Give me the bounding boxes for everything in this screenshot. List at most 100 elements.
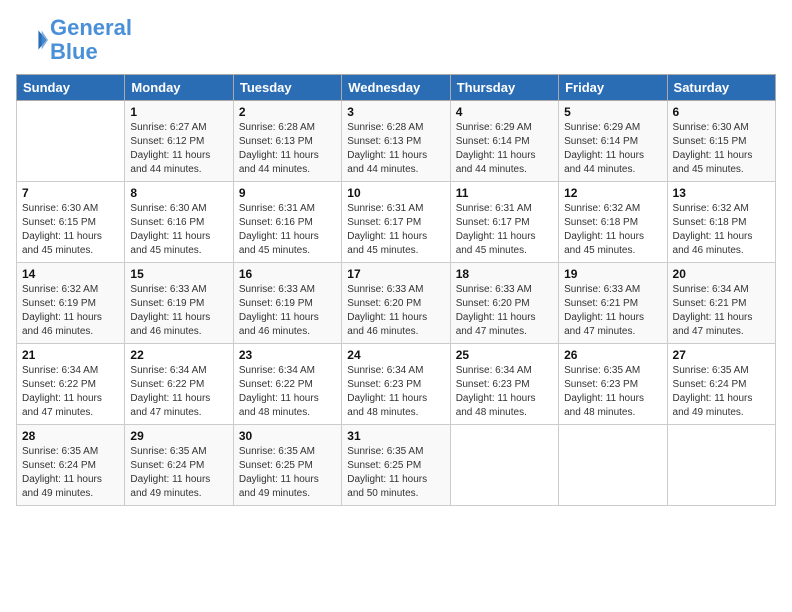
- day-cell: 11 Sunrise: 6:31 AM Sunset: 6:17 PM Dayli…: [450, 182, 558, 263]
- day-number: 20: [673, 267, 770, 281]
- day-number: 25: [456, 348, 553, 362]
- day-cell: 13 Sunrise: 6:32 AM Sunset: 6:18 PM Dayli…: [667, 182, 775, 263]
- day-cell: 9 Sunrise: 6:31 AM Sunset: 6:16 PM Daylig…: [233, 182, 341, 263]
- day-cell: 28Sunrise: 6:35 AM Sunset: 6:24 PM Dayli…: [17, 425, 125, 506]
- weekday-header-thursday: Thursday: [450, 75, 558, 101]
- day-number: 10: [347, 186, 444, 200]
- day-info: Sunrise: 6:35 AM Sunset: 6:24 PM Dayligh…: [22, 445, 119, 501]
- day-cell: 7Sunrise: 6:30 AM Sunset: 6:15 PM Daylig…: [17, 182, 125, 263]
- day-number: 13: [673, 186, 770, 200]
- day-cell: [17, 101, 125, 182]
- day-cell: 5 Sunrise: 6:29 AM Sunset: 6:14 PM Daylig…: [559, 101, 667, 182]
- logo: General Blue: [16, 16, 132, 64]
- week-row-2: 7Sunrise: 6:30 AM Sunset: 6:15 PM Daylig…: [17, 182, 776, 263]
- day-info: Sunrise: 6:28 AM Sunset: 6:13 PM Dayligh…: [347, 121, 444, 177]
- day-cell: 4 Sunrise: 6:29 AM Sunset: 6:14 PM Daylig…: [450, 101, 558, 182]
- day-info: Sunrise: 6:33 AM Sunset: 6:19 PM Dayligh…: [130, 283, 227, 339]
- day-number: 12: [564, 186, 661, 200]
- day-number: 26: [564, 348, 661, 362]
- day-cell: 27 Sunrise: 6:35 AM Sunset: 6:24 PM Dayli…: [667, 344, 775, 425]
- day-cell: 15 Sunrise: 6:33 AM Sunset: 6:19 PM Dayli…: [125, 263, 233, 344]
- day-cell: 3 Sunrise: 6:28 AM Sunset: 6:13 PM Daylig…: [342, 101, 450, 182]
- day-info: Sunrise: 6:34 AM Sunset: 6:22 PM Dayligh…: [130, 364, 227, 420]
- day-cell: 26Sunrise: 6:35 AM Sunset: 6:23 PM Dayli…: [559, 344, 667, 425]
- day-cell: 24 Sunrise: 6:34 AM Sunset: 6:23 PM Dayli…: [342, 344, 450, 425]
- day-cell: 22 Sunrise: 6:34 AM Sunset: 6:22 PM Dayli…: [125, 344, 233, 425]
- day-info: Sunrise: 6:31 AM Sunset: 6:17 PM Dayligh…: [347, 202, 444, 258]
- day-number: 15: [130, 267, 227, 281]
- day-info: Sunrise: 6:29 AM Sunset: 6:14 PM Dayligh…: [564, 121, 661, 177]
- day-number: 11: [456, 186, 553, 200]
- day-info: Sunrise: 6:34 AM Sunset: 6:21 PM Dayligh…: [673, 283, 770, 339]
- day-number: 18: [456, 267, 553, 281]
- day-info: Sunrise: 6:31 AM Sunset: 6:16 PM Dayligh…: [239, 202, 336, 258]
- day-number: 4: [456, 105, 553, 119]
- day-number: 22: [130, 348, 227, 362]
- day-info: Sunrise: 6:32 AM Sunset: 6:18 PM Dayligh…: [564, 202, 661, 258]
- week-row-4: 21 Sunrise: 6:34 AM Sunset: 6:22 PM Dayli…: [17, 344, 776, 425]
- calendar-table: SundayMondayTuesdayWednesdayThursdayFrid…: [16, 74, 776, 506]
- day-number: 17: [347, 267, 444, 281]
- day-number: 14: [22, 267, 119, 281]
- day-info: Sunrise: 6:34 AM Sunset: 6:23 PM Dayligh…: [456, 364, 553, 420]
- day-cell: 17 Sunrise: 6:33 AM Sunset: 6:20 PM Dayli…: [342, 263, 450, 344]
- logo-text: General Blue: [50, 16, 132, 64]
- day-info: Sunrise: 6:29 AM Sunset: 6:14 PM Dayligh…: [456, 121, 553, 177]
- day-cell: 6 Sunrise: 6:30 AM Sunset: 6:15 PM Daylig…: [667, 101, 775, 182]
- day-cell: 20 Sunrise: 6:34 AM Sunset: 6:21 PM Dayli…: [667, 263, 775, 344]
- day-info: Sunrise: 6:31 AM Sunset: 6:17 PM Dayligh…: [456, 202, 553, 258]
- day-cell: 31 Sunrise: 6:35 AM Sunset: 6:25 PM Dayli…: [342, 425, 450, 506]
- day-cell: [450, 425, 558, 506]
- day-number: 23: [239, 348, 336, 362]
- day-number: 31: [347, 429, 444, 443]
- day-number: 2: [239, 105, 336, 119]
- day-cell: 1 Sunrise: 6:27 AM Sunset: 6:12 PM Daylig…: [125, 101, 233, 182]
- weekday-header-saturday: Saturday: [667, 75, 775, 101]
- day-number: 27: [673, 348, 770, 362]
- weekday-header-monday: Monday: [125, 75, 233, 101]
- day-cell: 29Sunrise: 6:35 AM Sunset: 6:24 PM Dayli…: [125, 425, 233, 506]
- day-number: 5: [564, 105, 661, 119]
- week-row-3: 14 Sunrise: 6:32 AM Sunset: 6:19 PM Dayli…: [17, 263, 776, 344]
- day-cell: 18Sunrise: 6:33 AM Sunset: 6:20 PM Dayli…: [450, 263, 558, 344]
- day-number: 7: [22, 186, 119, 200]
- day-number: 24: [347, 348, 444, 362]
- week-row-5: 28Sunrise: 6:35 AM Sunset: 6:24 PM Dayli…: [17, 425, 776, 506]
- day-info: Sunrise: 6:32 AM Sunset: 6:19 PM Dayligh…: [22, 283, 119, 339]
- day-cell: 30Sunrise: 6:35 AM Sunset: 6:25 PM Dayli…: [233, 425, 341, 506]
- day-cell: [559, 425, 667, 506]
- day-info: Sunrise: 6:34 AM Sunset: 6:22 PM Dayligh…: [239, 364, 336, 420]
- day-cell: 16 Sunrise: 6:33 AM Sunset: 6:19 PM Dayli…: [233, 263, 341, 344]
- day-info: Sunrise: 6:32 AM Sunset: 6:18 PM Dayligh…: [673, 202, 770, 258]
- day-cell: 12 Sunrise: 6:32 AM Sunset: 6:18 PM Dayli…: [559, 182, 667, 263]
- day-cell: 10 Sunrise: 6:31 AM Sunset: 6:17 PM Dayli…: [342, 182, 450, 263]
- day-cell: 8Sunrise: 6:30 AM Sunset: 6:16 PM Daylig…: [125, 182, 233, 263]
- day-cell: 25 Sunrise: 6:34 AM Sunset: 6:23 PM Dayli…: [450, 344, 558, 425]
- weekday-header-friday: Friday: [559, 75, 667, 101]
- day-number: 30: [239, 429, 336, 443]
- day-info: Sunrise: 6:33 AM Sunset: 6:20 PM Dayligh…: [347, 283, 444, 339]
- day-info: Sunrise: 6:30 AM Sunset: 6:16 PM Dayligh…: [130, 202, 227, 258]
- day-info: Sunrise: 6:33 AM Sunset: 6:19 PM Dayligh…: [239, 283, 336, 339]
- day-number: 3: [347, 105, 444, 119]
- week-row-1: 1 Sunrise: 6:27 AM Sunset: 6:12 PM Daylig…: [17, 101, 776, 182]
- day-info: Sunrise: 6:30 AM Sunset: 6:15 PM Dayligh…: [673, 121, 770, 177]
- day-cell: 14 Sunrise: 6:32 AM Sunset: 6:19 PM Dayli…: [17, 263, 125, 344]
- day-number: 21: [22, 348, 119, 362]
- weekday-header-row: SundayMondayTuesdayWednesdayThursdayFrid…: [17, 75, 776, 101]
- day-info: Sunrise: 6:34 AM Sunset: 6:23 PM Dayligh…: [347, 364, 444, 420]
- day-cell: 21Sunrise: 6:34 AM Sunset: 6:22 PM Dayli…: [17, 344, 125, 425]
- day-number: 6: [673, 105, 770, 119]
- day-info: Sunrise: 6:27 AM Sunset: 6:12 PM Dayligh…: [130, 121, 227, 177]
- day-cell: 19Sunrise: 6:33 AM Sunset: 6:21 PM Dayli…: [559, 263, 667, 344]
- day-number: 9: [239, 186, 336, 200]
- day-info: Sunrise: 6:35 AM Sunset: 6:25 PM Dayligh…: [347, 445, 444, 501]
- weekday-header-wednesday: Wednesday: [342, 75, 450, 101]
- weekday-header-tuesday: Tuesday: [233, 75, 341, 101]
- day-info: Sunrise: 6:35 AM Sunset: 6:24 PM Dayligh…: [673, 364, 770, 420]
- day-info: Sunrise: 6:33 AM Sunset: 6:21 PM Dayligh…: [564, 283, 661, 339]
- page: General Blue SundayMondayTuesdayWednesda…: [0, 0, 792, 612]
- day-number: 1: [130, 105, 227, 119]
- day-number: 16: [239, 267, 336, 281]
- day-cell: 23 Sunrise: 6:34 AM Sunset: 6:22 PM Dayli…: [233, 344, 341, 425]
